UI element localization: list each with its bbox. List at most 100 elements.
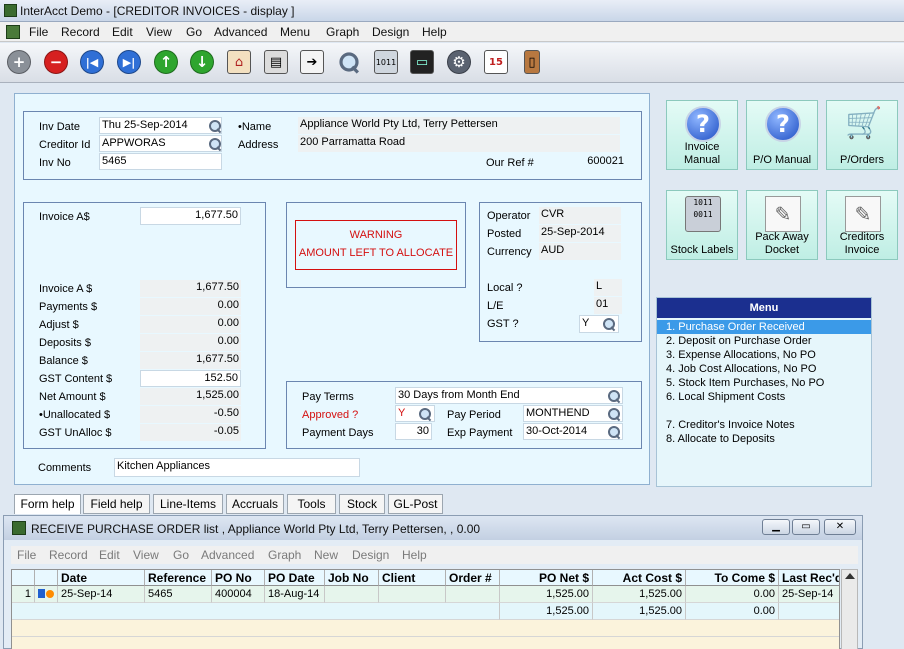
menu-view[interactable]: View xyxy=(146,25,172,39)
creditors-invoice-button[interactable]: ✎ Creditors Invoice xyxy=(826,190,898,260)
menu-item-stock-item-purchases[interactable]: 5. Stock Item Purchases, No PO xyxy=(657,376,871,390)
previous-icon[interactable]: ↑ xyxy=(151,47,181,77)
column-header-po-net[interactable]: PO Net $ xyxy=(500,570,593,586)
column-header-client[interactable]: Client xyxy=(379,570,446,586)
stock-labels-button[interactable]: 1011 0011 Stock Labels xyxy=(666,190,738,260)
column-header-po-no[interactable]: PO No xyxy=(212,570,265,586)
gst-content-field[interactable]: 152.50 xyxy=(140,370,241,387)
menu-design[interactable]: Design xyxy=(372,25,409,39)
menu-graph[interactable]: Graph xyxy=(326,25,359,39)
menu-menu[interactable]: Menu xyxy=(280,25,310,39)
sub-menu-go[interactable]: Go xyxy=(173,548,189,562)
home-icon[interactable]: ⌂ xyxy=(224,47,254,77)
menu-help[interactable]: Help xyxy=(422,25,447,39)
approved-lookup-icon[interactable] xyxy=(418,407,432,421)
gst-lookup-icon[interactable] xyxy=(602,317,616,331)
exp-payment-lookup-icon[interactable] xyxy=(607,425,621,439)
cell-last-recd: 25-Sep-14 xyxy=(779,586,839,603)
tab-gl-post[interactable]: GL-Post xyxy=(388,494,443,514)
operator-value: CVR xyxy=(539,207,621,224)
app-menu-icon[interactable] xyxy=(6,25,20,39)
restore-button[interactable]: ▭ xyxy=(792,519,820,535)
inv-no-field[interactable]: 5465 xyxy=(99,153,222,170)
menu-go[interactable]: Go xyxy=(186,25,202,39)
column-header-act-cost[interactable]: Act Cost $ xyxy=(593,570,686,586)
payment-days-field[interactable]: 30 xyxy=(395,423,432,440)
sub-menu-record[interactable]: Record xyxy=(49,548,88,562)
invoice-amount-field[interactable]: 1,677.50 xyxy=(140,207,241,225)
header-section: Inv Date Thu 25-Sep-2014 Creditor Id APP… xyxy=(23,111,642,180)
tab-accruals[interactable]: Accruals xyxy=(226,494,284,514)
search-icon[interactable] xyxy=(334,47,364,77)
menu-item-allocate-to-deposits[interactable]: 8. Allocate to Deposits xyxy=(657,432,871,446)
delete-icon[interactable]: − xyxy=(41,47,71,77)
sub-menu-file[interactable]: File xyxy=(17,548,36,562)
print-icon[interactable]: ▤ xyxy=(261,47,291,77)
inv-date-label: Inv Date xyxy=(39,121,80,133)
menu-advanced[interactable]: Advanced xyxy=(214,25,267,39)
pay-terms-lookup-icon[interactable] xyxy=(607,389,621,403)
pack-away-docket-button[interactable]: ✎ Pack Away Docket xyxy=(746,190,818,260)
sub-menu-advanced[interactable]: Advanced xyxy=(201,548,254,562)
menu-item-purchase-order-received[interactable]: 1. Purchase Order Received xyxy=(657,320,871,334)
sub-menu-graph[interactable]: Graph xyxy=(268,548,301,562)
pay-period-lookup-icon[interactable] xyxy=(607,407,621,421)
sub-menu-new[interactable]: New xyxy=(314,548,338,562)
export-icon[interactable]: ➔ xyxy=(297,47,327,77)
tab-stock[interactable]: Stock xyxy=(339,494,385,514)
vertical-scrollbar[interactable] xyxy=(841,569,858,649)
purchase-orders-button[interactable]: 🛒 P/Orders xyxy=(826,100,898,170)
column-header-to-come[interactable]: To Come $ xyxy=(686,570,779,586)
monitor-icon[interactable]: ▭ xyxy=(407,47,437,77)
sub-menu-view[interactable]: View xyxy=(133,548,159,562)
add-icon[interactable]: + xyxy=(4,47,34,77)
unallocated-label: •Unallocated $ xyxy=(39,409,111,421)
column-header-date[interactable]: Date xyxy=(58,570,145,586)
inv-date-lookup-icon[interactable] xyxy=(208,119,222,133)
creditor-id-field[interactable]: APPWORAS xyxy=(99,135,222,152)
settings-icon[interactable]: ⚙ xyxy=(444,47,474,77)
menu-item-deposit-on-po[interactable]: 2. Deposit on Purchase Order xyxy=(657,334,871,348)
creditor-lookup-icon[interactable] xyxy=(208,137,222,151)
close-button[interactable]: ✕ xyxy=(824,519,856,535)
exit-door-icon[interactable]: ▯ xyxy=(517,47,547,77)
help-question-icon: ? xyxy=(765,106,801,142)
menu-item-expense-allocations[interactable]: 3. Expense Allocations, No PO xyxy=(657,348,871,362)
menu-item-job-cost-allocations[interactable]: 4. Job Cost Allocations, No PO xyxy=(657,362,871,376)
last-record-icon[interactable]: ▶| xyxy=(114,47,144,77)
column-header-job-no[interactable]: Job No xyxy=(325,570,379,586)
tab-tools[interactable]: Tools xyxy=(287,494,336,514)
tab-field-help[interactable]: Field help xyxy=(83,494,150,514)
comments-field[interactable]: Kitchen Appliances xyxy=(114,458,360,477)
calendar-icon[interactable]: 15 xyxy=(481,47,511,77)
scroll-up-icon[interactable] xyxy=(845,573,855,579)
po-manual-button[interactable]: ? P/O Manual xyxy=(746,100,818,170)
barcode-icon[interactable]: 1011 xyxy=(371,47,401,77)
sub-menu-edit[interactable]: Edit xyxy=(99,548,120,562)
minimize-button[interactable]: ▁ xyxy=(762,519,790,535)
next-icon[interactable]: ↓ xyxy=(187,47,217,77)
tab-line-items[interactable]: Line-Items xyxy=(153,494,223,514)
column-header-order-no[interactable]: Order # xyxy=(446,570,500,586)
column-header-last-recd[interactable]: Last Rec'd xyxy=(779,570,839,586)
creditors-invoice-label-1: Creditors xyxy=(839,231,885,243)
sub-menu-design[interactable]: Design xyxy=(352,548,389,562)
menu-file[interactable]: File xyxy=(29,25,48,39)
inv-date-field[interactable]: Thu 25-Sep-2014 xyxy=(99,117,222,134)
tab-form-help[interactable]: Form help xyxy=(14,494,81,514)
menu-item-local-shipment-costs[interactable]: 6. Local Shipment Costs xyxy=(657,390,871,404)
gst-content-label: GST Content $ xyxy=(39,373,113,385)
po-list-title-bar: RECEIVE PURCHASE ORDER list , Appliance … xyxy=(4,516,862,540)
menu-edit[interactable]: Edit xyxy=(112,25,133,39)
column-header-reference[interactable]: Reference xyxy=(145,570,212,586)
pay-terms-field[interactable]: 30 Days from Month End xyxy=(395,387,623,404)
sub-menu-help[interactable]: Help xyxy=(402,548,427,562)
menu-item-invoice-notes[interactable]: 7. Creditor's Invoice Notes xyxy=(657,418,871,432)
adjust-value: 0.00 xyxy=(140,316,241,333)
first-record-icon[interactable]: |◀ xyxy=(77,47,107,77)
window-title: InterAcct Demo - [CREDITOR INVOICES - di… xyxy=(20,4,295,18)
payments-label: Payments $ xyxy=(39,301,98,313)
invoice-manual-button[interactable]: ? Invoice Manual xyxy=(666,100,738,170)
column-header-po-date[interactable]: PO Date xyxy=(265,570,325,586)
menu-record[interactable]: Record xyxy=(61,25,100,39)
